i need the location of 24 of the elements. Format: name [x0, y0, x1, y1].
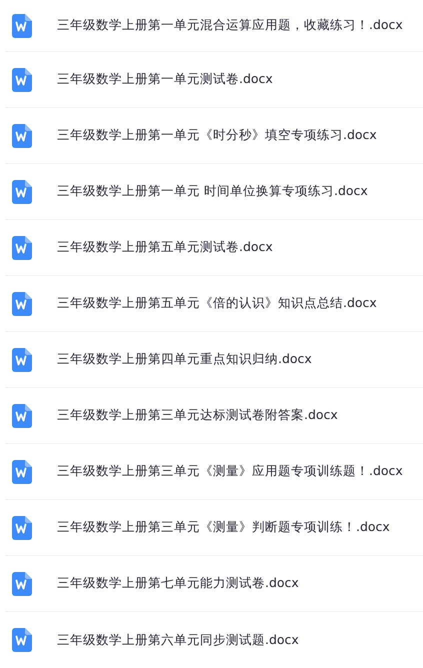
- word-document-icon: [12, 460, 32, 484]
- word-document-icon: [12, 516, 32, 540]
- file-name-link[interactable]: 三年级数学上册第七单元能力测试卷.docx: [57, 575, 299, 592]
- word-document-icon: [12, 236, 32, 260]
- file-name-link[interactable]: 三年级数学上册第一单元混合运算应用题，收藏练习！.docx: [57, 17, 403, 34]
- file-name-link[interactable]: 三年级数学上册第五单元《倍的认识》知识点总结.docx: [57, 295, 377, 312]
- word-document-icon: [12, 628, 32, 652]
- word-document-icon: [12, 124, 32, 148]
- file-name-link[interactable]: 三年级数学上册第一单元 时间单位换算专项练习.docx: [57, 183, 368, 200]
- word-document-icon: [12, 404, 32, 428]
- word-document-icon: [12, 292, 32, 316]
- file-name-link[interactable]: 三年级数学上册第五单元测试卷.docx: [57, 239, 273, 256]
- file-name-link[interactable]: 三年级数学上册第三单元《测量》判断题专项训练！.docx: [57, 519, 390, 536]
- file-name-link[interactable]: 三年级数学上册第一单元《时分秒》填空专项练习.docx: [57, 127, 377, 144]
- file-name-link[interactable]: 三年级数学上册第四单元重点知识归纳.docx: [57, 351, 312, 368]
- file-name-link[interactable]: 三年级数学上册第三单元达标测试卷附答案.docx: [57, 407, 338, 424]
- file-name-link[interactable]: 三年级数学上册第六单元同步测试题.docx: [57, 632, 299, 648]
- word-document-icon: [12, 572, 32, 596]
- file-name-link[interactable]: 三年级数学上册第三单元《测量》应用题专项训练题！.docx: [57, 463, 403, 480]
- file-name-link[interactable]: 三年级数学上册第一单元测试卷.docx: [57, 71, 273, 88]
- word-document-icon: [12, 14, 32, 38]
- word-document-icon: [12, 348, 32, 372]
- word-document-icon: [12, 180, 32, 204]
- word-document-icon: [12, 68, 32, 92]
